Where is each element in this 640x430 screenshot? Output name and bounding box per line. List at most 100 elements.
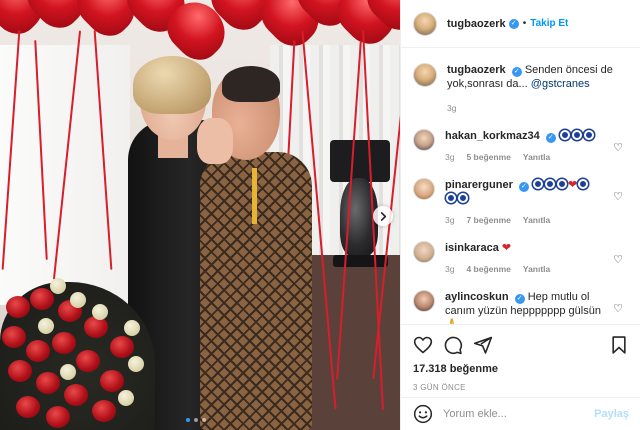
white-flower	[60, 364, 76, 380]
woman-hair	[133, 56, 211, 114]
caption-username[interactable]: tugbaozerk	[447, 64, 506, 76]
white-flower	[128, 356, 144, 372]
chevron-right-icon	[380, 211, 386, 221]
comment-username[interactable]: aylincoskun	[445, 291, 509, 303]
comment-input[interactable]: Yorum ekle...	[443, 408, 594, 420]
bookmark-icon[interactable]	[609, 335, 629, 355]
like-comment-heart-icon[interactable]: ♡	[613, 190, 623, 203]
likes-count[interactable]: 17.318 beğenme	[413, 363, 629, 375]
rose	[46, 406, 70, 428]
comment-item: isinkaraca ❤ 3g 4 beğenme Yanıtla ♡	[413, 241, 629, 276]
reply-button[interactable]: Yanıtla	[523, 150, 550, 164]
next-photo-button[interactable]	[373, 206, 393, 226]
comment-time[interactable]: 3g	[445, 262, 454, 276]
comment-username[interactable]: pinarerguner	[445, 179, 513, 191]
post-date[interactable]: 3 GÜN ÖNCE	[413, 383, 629, 392]
carousel-dots	[186, 418, 206, 422]
evil-eye-emoji-icon	[571, 130, 582, 140]
comments-list[interactable]: tugbaozerk ✓ Senden öncesi de yok,sonras…	[401, 49, 640, 324]
verified-icon: ✓	[518, 182, 529, 192]
carousel-dot	[202, 418, 206, 422]
reply-button[interactable]: Yanıtla	[523, 213, 550, 227]
white-flower	[38, 318, 54, 334]
white-flower	[124, 320, 140, 336]
reply-button[interactable]: Yanıtla	[523, 262, 550, 276]
comment-time[interactable]: 3g	[445, 213, 454, 227]
like-comment-heart-icon[interactable]: ♡	[613, 141, 623, 154]
caption-time[interactable]: 3g	[447, 101, 456, 115]
comment-item: hakan_korkmaz34 ✓ 3g 5 beğenme Yanıtla ♡	[413, 129, 629, 164]
rose	[8, 360, 32, 382]
post-side-panel: tugbaozerk ✓ • Takip Et tugbaozerk ✓ Sen…	[400, 0, 640, 430]
like-comment-heart-icon[interactable]: ♡	[613, 302, 623, 315]
smiley-icon[interactable]	[413, 404, 433, 424]
comment-likes[interactable]: 7 beğenme	[466, 213, 510, 227]
comment-icon[interactable]	[443, 335, 463, 355]
caption: tugbaozerk ✓ Senden öncesi de yok,sonras…	[413, 63, 629, 115]
rose	[92, 400, 116, 422]
avatar[interactable]	[413, 11, 437, 36]
white-flower	[92, 304, 108, 320]
comment-username[interactable]: hakan_korkmaz34	[445, 130, 540, 142]
red-heart-emoji-icon: ❤	[567, 179, 578, 191]
evil-eye-emoji-icon	[578, 179, 589, 189]
post-comment-button[interactable]: Paylaş	[594, 408, 629, 420]
avatar[interactable]	[413, 63, 437, 87]
white-flower	[118, 390, 134, 406]
post-header: tugbaozerk ✓ • Takip Et	[401, 0, 640, 48]
evil-eye-emoji-icon	[583, 130, 594, 140]
side-table	[330, 140, 390, 182]
rose	[76, 350, 100, 372]
evil-eye-emoji-icon	[556, 179, 567, 189]
hand	[197, 118, 233, 164]
avatar[interactable]	[413, 129, 435, 151]
white-flower	[50, 278, 66, 294]
comment-emojis	[559, 130, 595, 142]
author-username[interactable]: tugbaozerk	[447, 18, 506, 30]
white-flower	[70, 292, 86, 308]
verified-icon: ✓	[511, 67, 522, 77]
rose	[26, 340, 50, 362]
comment-item: pinarerguner ✓ ❤ 3g 7 beğenme Yanıtla ♡	[413, 178, 629, 227]
rose	[110, 336, 134, 358]
carousel-dot-active	[186, 418, 190, 422]
lamp-base	[333, 255, 388, 267]
comment-likes[interactable]: 4 beğenme	[466, 262, 510, 276]
rose	[16, 396, 40, 418]
dark-wall	[300, 255, 400, 430]
evil-eye-emoji-icon	[446, 193, 456, 203]
comment-item: aylincoskun ✓ Hep mutlu ol canım yüzün h…	[413, 290, 629, 324]
evil-eye-emoji-icon	[532, 179, 543, 189]
comment-time[interactable]: 3g	[445, 150, 454, 164]
rose	[52, 332, 76, 354]
rose	[6, 296, 30, 318]
avatar[interactable]	[413, 178, 435, 200]
post-photo[interactable]	[0, 0, 400, 430]
verified-icon: ✓	[545, 133, 556, 143]
rose	[30, 288, 54, 310]
rose	[100, 370, 124, 392]
post-actions: 17.318 beğenme 3 GÜN ÖNCE	[401, 324, 640, 392]
comment-username[interactable]: isinkaraca	[445, 242, 499, 254]
heart-icon[interactable]	[413, 335, 433, 355]
separator-dot: •	[522, 18, 527, 29]
add-comment-bar: Yorum ekle... Paylaş	[401, 397, 640, 430]
share-icon[interactable]	[473, 335, 493, 355]
like-comment-heart-icon[interactable]: ♡	[613, 253, 623, 266]
mention-link[interactable]: @gstcranes	[531, 78, 590, 90]
red-heart-emoji-icon: ❤	[501, 242, 512, 254]
rose	[2, 326, 26, 348]
evil-eye-emoji-icon	[559, 130, 570, 140]
avatar[interactable]	[413, 290, 435, 312]
evil-eye-emoji-icon	[458, 193, 468, 203]
evil-eye-emoji-icon	[544, 179, 555, 189]
man-hair	[222, 66, 280, 102]
rose	[64, 384, 88, 406]
follow-button[interactable]: Takip Et	[530, 18, 568, 29]
verified-icon: ✓	[508, 18, 519, 29]
comment-likes[interactable]: 5 beğenme	[466, 150, 510, 164]
rose	[36, 372, 60, 394]
sweater-stripe	[252, 168, 257, 224]
verified-icon: ✓	[514, 294, 525, 304]
avatar[interactable]	[413, 241, 435, 263]
